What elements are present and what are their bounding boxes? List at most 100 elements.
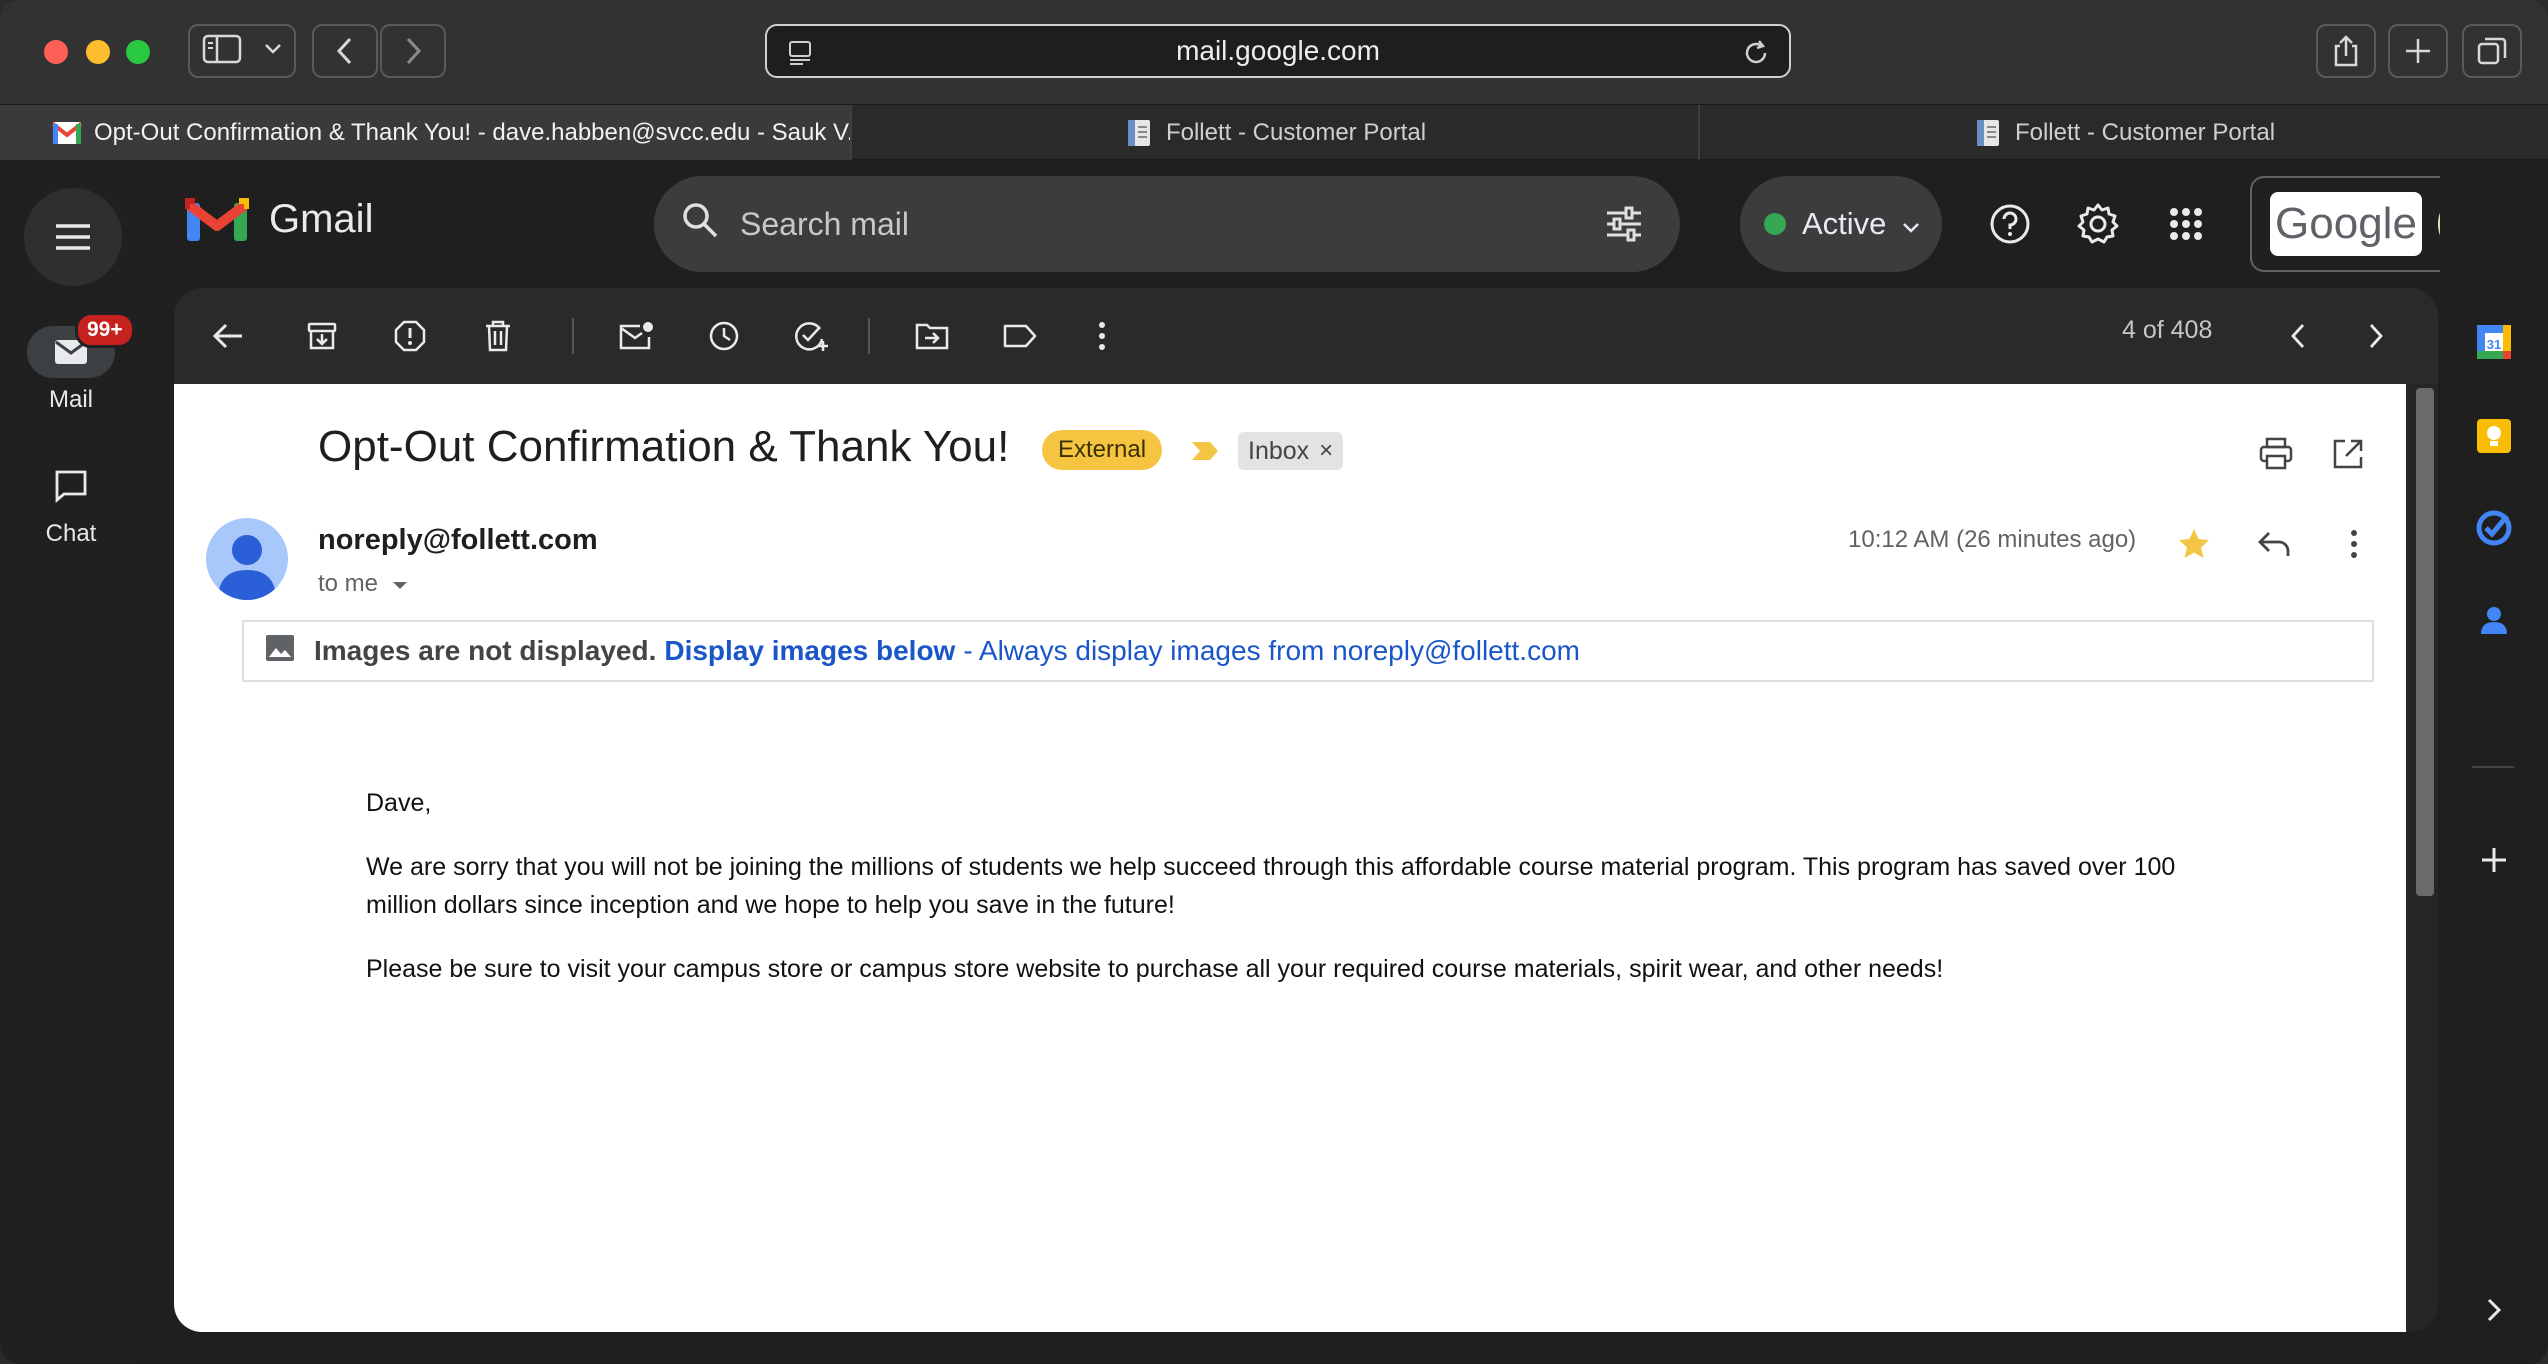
email-paragraph: We are sorry that you will not be joinin… [366, 853, 2176, 919]
rail-chat-label: Chat [45, 520, 97, 547]
chevron-left-icon [2291, 324, 2305, 348]
google-logo: Google [2270, 192, 2422, 256]
open-new-window-button[interactable] [2328, 434, 2368, 474]
share-button[interactable] [2316, 24, 2376, 78]
add-to-tasks-button[interactable] [788, 312, 836, 360]
rail-mail-label: Mail [48, 386, 93, 413]
help-icon[interactable] [1986, 200, 2034, 248]
new-tab-button[interactable] [2388, 24, 2448, 78]
tab-follett-2[interactable]: Follett - Customer Portal [1700, 105, 2548, 161]
star-button[interactable] [2174, 524, 2214, 564]
apps-grid-icon[interactable] [2162, 200, 2210, 248]
external-badge: External [1042, 430, 1163, 470]
add-task-icon [795, 322, 828, 351]
report-spam-button[interactable] [386, 312, 434, 360]
tab-follett-1[interactable]: Follett - Customer Portal [852, 105, 1700, 161]
mark-unread-button[interactable] [612, 312, 660, 360]
minimize-window-button[interactable] [86, 40, 110, 64]
get-addons-icon[interactable] [2472, 838, 2516, 882]
calendar-day-text: 31 [2487, 337, 2501, 352]
unread-badge: 99+ [75, 312, 135, 348]
keep-icon[interactable] [2472, 414, 2516, 458]
pagination-count: 4 of 408 [2122, 316, 2213, 344]
zoom-window-button[interactable] [126, 40, 150, 64]
recipient-details[interactable]: to me [318, 570, 408, 598]
contacts-icon[interactable] [2472, 598, 2516, 642]
tab-title: Follett - Customer Portal [1165, 119, 1427, 146]
chevron-left-icon [336, 37, 352, 65]
rail-chat[interactable]: Chat [0, 460, 142, 548]
search-bar[interactable]: Search mail [654, 176, 1680, 272]
images-hidden-banner: Images are not displayed. Display images… [242, 620, 2374, 682]
more-actions-button[interactable] [1078, 312, 1126, 360]
rail-mail[interactable]: 99+ Mail [0, 312, 142, 414]
close-window-button[interactable] [44, 40, 68, 64]
inbox-label-text: Inbox [1248, 436, 1310, 465]
calendar-icon[interactable]: 31 [2472, 320, 2516, 364]
images-notice-text: Images are not displayed. [314, 635, 657, 666]
older-button[interactable] [2352, 312, 2400, 360]
message-toolbar: 4 of 408 [174, 288, 2438, 384]
tab-overview-button[interactable] [2462, 24, 2522, 78]
gmail-app: 99+ Mail Chat Gmail Search mail Active G… [0, 160, 2548, 1364]
print-all-button[interactable] [2256, 434, 2296, 474]
newer-button[interactable] [2274, 312, 2322, 360]
address-text: mail.google.com [1176, 35, 1380, 66]
delete-button[interactable] [474, 312, 522, 360]
chevron-right-icon [406, 37, 422, 65]
sender-avatar[interactable] [206, 518, 288, 600]
tabs-icon [2477, 37, 2507, 65]
message-panel: 4 of 408 Opt-Out Confirmation & Thank Yo… [174, 288, 2438, 1332]
forward-button[interactable] [380, 24, 446, 78]
reload-icon[interactable] [1741, 38, 1771, 75]
email-greeting: Dave, [366, 789, 432, 817]
status-dot [1764, 213, 1786, 235]
expand-panel-icon[interactable] [2472, 1288, 2516, 1332]
more-vert-icon [2351, 530, 2357, 558]
snooze-button[interactable] [700, 312, 748, 360]
remove-label-icon[interactable]: × [1319, 437, 1333, 465]
sidebar-toggle-button[interactable] [188, 24, 296, 78]
clock-icon [709, 321, 739, 351]
inbox-label-chip[interactable]: Inbox × [1238, 432, 1344, 470]
tasks-icon[interactable] [2472, 506, 2516, 550]
content-scrollbar[interactable] [2416, 388, 2434, 896]
main-menu-button[interactable] [24, 188, 122, 286]
gmail-m-icon [185, 198, 249, 241]
page-settings-icon[interactable] [785, 38, 815, 75]
chevron-down-icon [264, 42, 282, 60]
menu-icon [56, 224, 90, 250]
address-bar[interactable]: mail.google.com [765, 24, 1791, 78]
gmail-logo[interactable]: Gmail [185, 195, 373, 243]
back-to-inbox-button[interactable] [204, 312, 252, 360]
sidebar-icon [202, 34, 242, 69]
email-body: Dave, We are sorry that you will not be … [366, 784, 2246, 1014]
browser-window: mail.google.com Opt-Out Confirmation & T… [0, 0, 2548, 1364]
message-timestamp: 10:12 AM (26 minutes ago) [1848, 526, 2137, 553]
status-dropdown[interactable]: Active [1740, 176, 1942, 272]
settings-gear-icon[interactable] [2074, 200, 2122, 248]
gmail-favicon-icon [51, 118, 83, 148]
print-icon [2259, 437, 2293, 470]
document-icon [1973, 118, 2003, 148]
sender-email[interactable]: noreply@follett.com [318, 524, 598, 557]
chevron-right-icon [2369, 324, 2383, 348]
archive-button[interactable] [298, 312, 346, 360]
tab-title: Follett - Customer Portal [2014, 119, 2276, 146]
back-button[interactable] [312, 24, 378, 78]
display-images-link[interactable]: Display images below [664, 635, 955, 667]
share-icon [2334, 35, 2358, 67]
search-icon[interactable] [680, 200, 720, 248]
chevron-down-icon [1902, 206, 1920, 242]
move-to-button[interactable] [908, 312, 956, 360]
importance-marker-icon[interactable] [1190, 440, 1220, 467]
always-display-images-link[interactable]: - Always display images from noreply@fol… [963, 635, 1580, 667]
search-options-icon[interactable] [1604, 204, 1644, 252]
star-icon [2179, 529, 2209, 558]
labels-button[interactable] [996, 312, 1044, 360]
tab-gmail[interactable]: Opt-Out Confirmation & Thank You! - dave… [0, 105, 852, 161]
search-input[interactable]: Search mail [740, 206, 909, 243]
recipient-label: to me [318, 570, 379, 597]
reply-button[interactable] [2254, 524, 2294, 564]
message-more-button[interactable] [2334, 524, 2374, 564]
